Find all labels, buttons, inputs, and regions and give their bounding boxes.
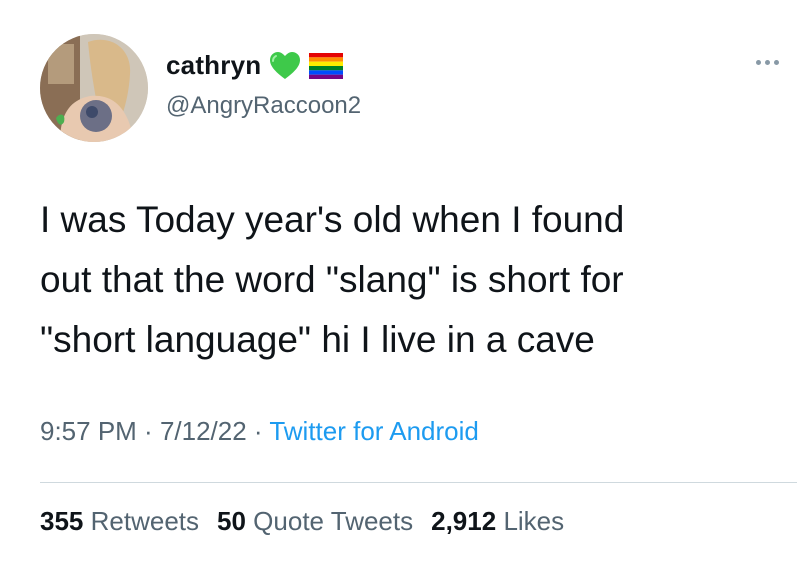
likes-label: Likes <box>503 506 565 536</box>
display-name[interactable]: cathryn <box>166 50 261 81</box>
tweet-stats: 355 Retweets 50 Quote Tweets 2,912 Likes <box>40 506 564 537</box>
retweets-label: Retweets <box>90 506 200 536</box>
likes-stat[interactable]: 2,912 Likes <box>431 506 564 537</box>
quote-tweets-stat[interactable]: 50 Quote Tweets <box>217 506 413 537</box>
quote-tweets-label: Quote Tweets <box>253 506 414 536</box>
tweet-meta: 9:57 PM · 7/12/22 · Twitter for Android <box>40 416 479 447</box>
meta-separator: · <box>136 416 160 446</box>
rainbow-flag-icon <box>309 52 344 79</box>
tweet-date[interactable]: 7/12/22 <box>160 416 247 446</box>
retweets-stat[interactable]: 355 Retweets <box>40 506 199 537</box>
retweets-count: 355 <box>40 506 84 536</box>
tweet-time[interactable]: 9:57 PM <box>40 416 137 446</box>
avatar[interactable] <box>40 34 148 142</box>
more-options-icon[interactable] <box>756 60 779 65</box>
author-handle[interactable]: @AngryRaccoon2 <box>166 92 361 120</box>
likes-count: 2,912 <box>431 506 497 536</box>
quote-tweets-count: 50 <box>217 506 246 536</box>
meta-separator: · <box>246 416 270 446</box>
divider <box>40 482 797 483</box>
tweet-source-link[interactable]: Twitter for Android <box>269 416 479 446</box>
green-heart-icon <box>269 51 301 81</box>
author-name-row: cathryn <box>166 50 344 81</box>
avatar-photo <box>40 34 148 142</box>
tweet-text: I was Today year's old when I found out … <box>40 199 625 360</box>
